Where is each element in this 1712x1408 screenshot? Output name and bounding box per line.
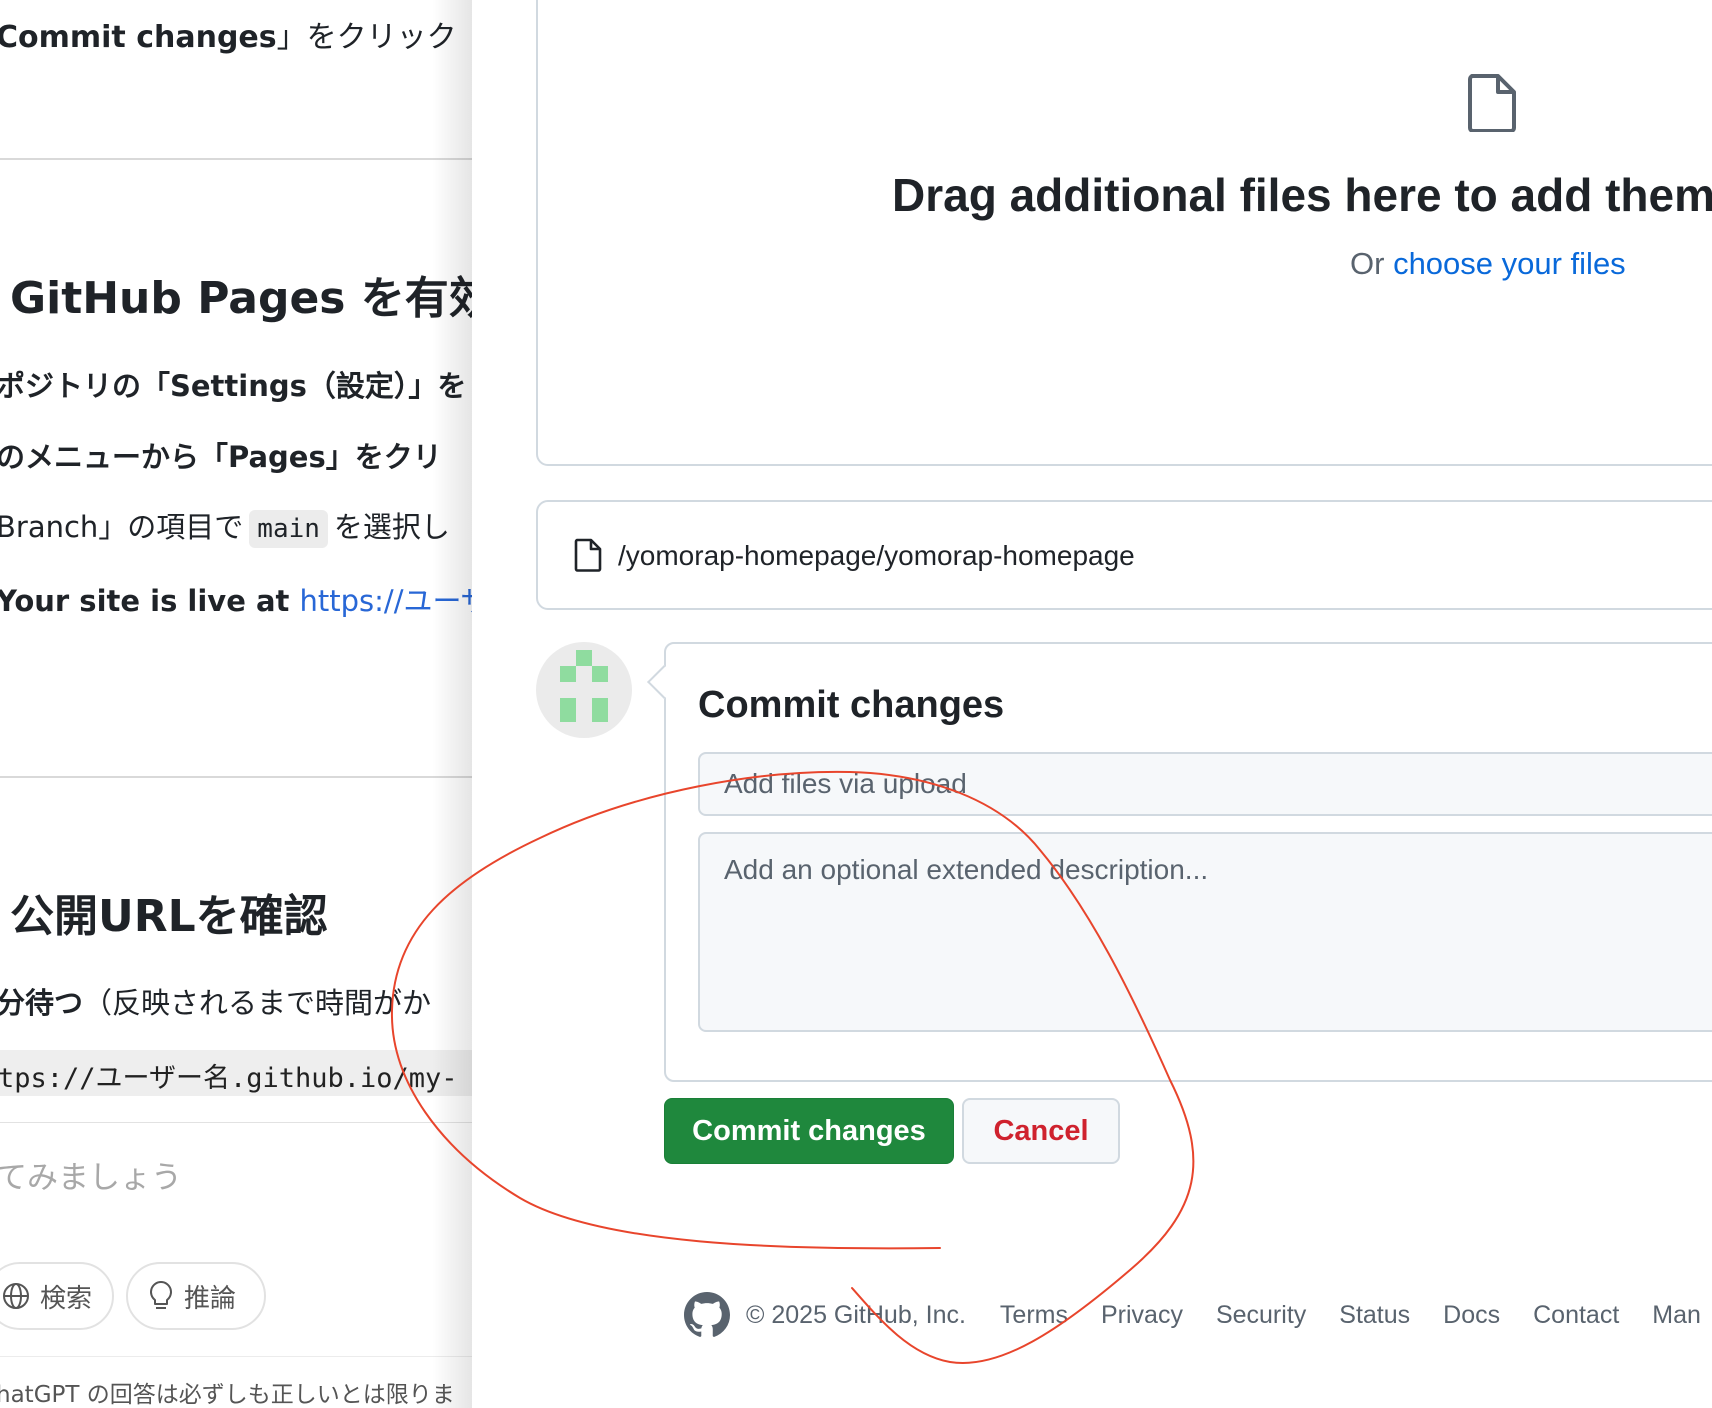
step-commit-text: Commit changes」をクリック — [0, 12, 457, 56]
step-commit-rest: 」をクリック — [276, 20, 457, 55]
chat-panel: Commit changes」をクリック GitHub Pages を有効 ポジ… — [0, 0, 472, 1408]
wait-bold: 分待つ — [0, 986, 84, 1020]
url-code-block: tps://ユーザー名.github.io/my- — [0, 1050, 472, 1096]
file-drop-zone[interactable] — [536, 0, 1712, 466]
commit-changes-button[interactable]: Commit changes — [664, 1098, 954, 1164]
github-logo-icon[interactable] — [684, 1292, 730, 1338]
site-live-bold: Your site is live at — [0, 584, 300, 618]
site-live-link[interactable]: https://ユーザー — [300, 584, 472, 618]
composer-divider — [0, 1122, 472, 1123]
divider — [0, 1356, 472, 1357]
commit-description-textarea[interactable] — [698, 832, 1712, 1032]
search-button[interactable]: 検索 — [0, 1262, 114, 1330]
drag-title: Drag additional files here to add them — [892, 169, 1712, 221]
heading-enable-pages: GitHub Pages を有効 — [10, 273, 472, 324]
bullet-settings: ポジトリの「Settings（設定）」を — [0, 369, 467, 403]
reason-button[interactable]: 推論 — [126, 1262, 266, 1330]
heading-check-url: 公開URLを確認 — [10, 891, 328, 942]
bullet-branch: Branch」の項目で main を選択し — [0, 504, 450, 548]
bullet-site-live: Your site is live at https://ユーザー — [0, 578, 472, 620]
file-path-icon — [574, 538, 602, 572]
footer-link-manage[interactable]: Man — [1652, 1301, 1701, 1330]
wait-rest: （反映されるまで時間がか — [83, 986, 432, 1020]
search-label: 検索 — [40, 1283, 93, 1314]
footer-copyright: © 2025 GitHub, Inc. — [746, 1300, 966, 1329]
step-commit-bold: Commit changes — [0, 20, 277, 55]
reason-label: 推論 — [184, 1283, 237, 1314]
identicon — [560, 650, 608, 722]
bullet-menu-pages: のメニューから「Pages」をクリ — [0, 440, 442, 474]
commit-title: Commit changes — [698, 684, 1005, 726]
page-footer: © 2025 GitHub, Inc. Terms Privacy Securi… — [684, 1290, 1712, 1340]
footer-link-docs[interactable]: Docs — [1443, 1301, 1500, 1330]
divider — [0, 776, 472, 778]
lightbulb-icon — [150, 1281, 172, 1309]
choose-files-link[interactable]: choose your files — [1393, 246, 1626, 281]
commit-summary-input[interactable] — [698, 752, 1712, 816]
cancel-button[interactable]: Cancel — [962, 1098, 1120, 1164]
url-code-text: tps://ユーザー名.github.io/my- — [0, 1063, 458, 1094]
choose-files-line: Or choose your files — [1350, 246, 1626, 282]
footer-link-terms[interactable]: Terms — [1000, 1301, 1068, 1330]
avatar[interactable] — [536, 642, 632, 738]
divider — [0, 158, 472, 160]
disclaimer-text: hatGPT の回答は必ずしも正しいとは限りま — [0, 1382, 455, 1408]
file-path-text: /yomorap-homepage/yomorap-homepage — [618, 540, 1135, 571]
file-icon — [1468, 74, 1516, 132]
footer-link-security[interactable]: Security — [1216, 1301, 1306, 1330]
screenshot-stage: Drag additional files here to add them O… — [0, 0, 1712, 1408]
footer-link-status[interactable]: Status — [1339, 1301, 1410, 1330]
panel-edge-shadow — [432, 0, 472, 1408]
branch-post: を選択し — [333, 510, 450, 544]
globe-icon — [3, 1283, 29, 1309]
bullet-wait: 分待つ（反映されるまで時間がか — [0, 980, 431, 1022]
footer-link-privacy[interactable]: Privacy — [1101, 1301, 1183, 1330]
branch-pre: Branch」の項目で — [0, 510, 244, 544]
composer-placeholder[interactable]: てみましょう — [0, 1152, 182, 1197]
or-text: Or — [1350, 246, 1394, 281]
footer-link-contact[interactable]: Contact — [1533, 1301, 1619, 1330]
branch-code: main — [249, 510, 328, 548]
